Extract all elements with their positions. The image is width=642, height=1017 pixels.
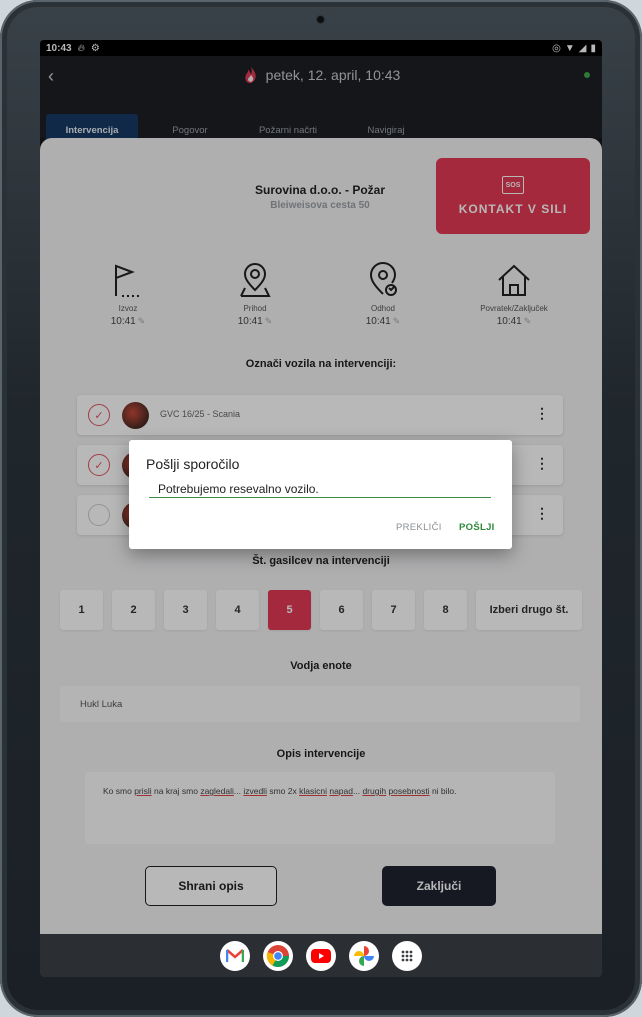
cancel-button[interactable]: PREKLIČI	[396, 522, 442, 533]
chrome-icon[interactable]	[263, 940, 293, 971]
dialog-title: Pošlji sporočilo	[146, 456, 240, 472]
send-message-dialog: Pošlji sporočilo PREKLIČI POŠLJI	[129, 440, 512, 549]
app-dock	[40, 934, 602, 977]
youtube-icon[interactable]	[306, 940, 336, 971]
message-input[interactable]	[149, 480, 491, 498]
send-button[interactable]: POŠLJI	[459, 522, 495, 533]
photos-icon[interactable]	[349, 940, 379, 971]
app-drawer-icon[interactable]	[392, 940, 422, 971]
front-camera	[317, 16, 324, 23]
gmail-icon[interactable]	[220, 940, 250, 971]
screen: 10:43 🔥︎ ⚙ ◎ ▼ ◢ ▮ ‹ petek, 12. april, 1…	[40, 40, 602, 977]
